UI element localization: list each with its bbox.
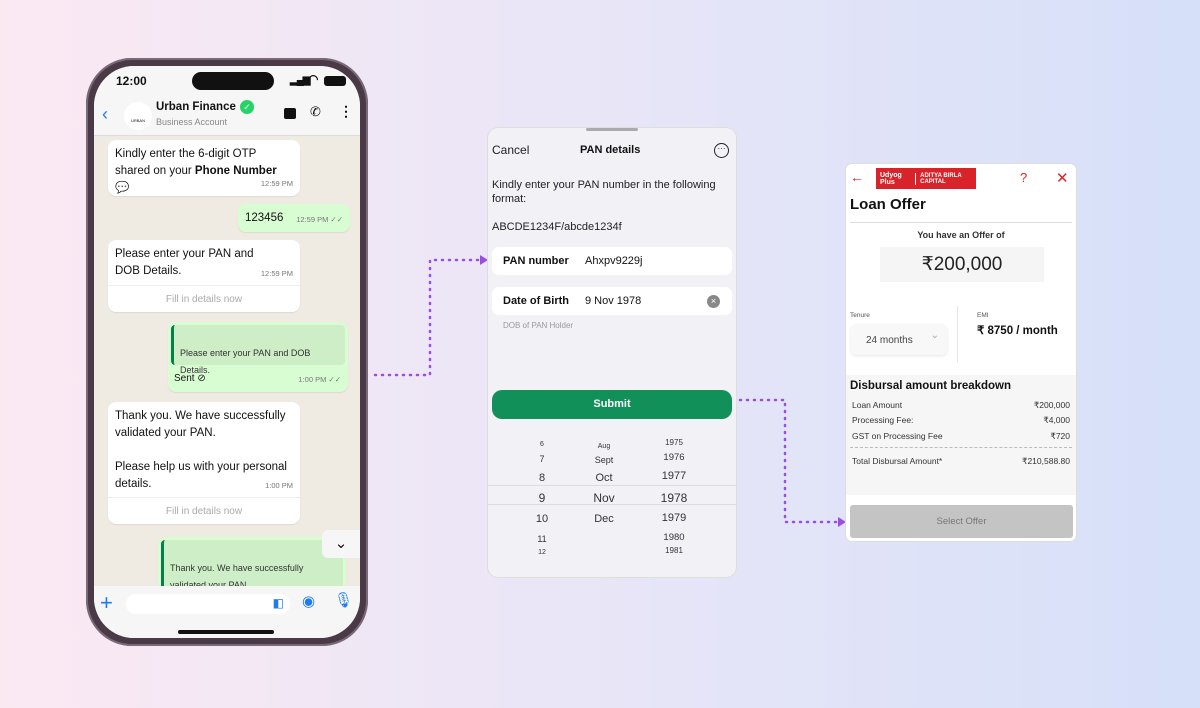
phone-frame: 12:00 ▂▄▆ ◠ ‹ URBAN Urban Finance ✓ Busi…	[86, 58, 368, 646]
status-time: 12:00	[116, 74, 147, 88]
dob-hint: DOB of PAN Holder	[503, 321, 574, 330]
picker-year: 1975	[665, 438, 683, 447]
dynamic-island	[192, 72, 274, 90]
wifi-icon: ◠	[308, 72, 319, 86]
picker-year: 1980	[663, 532, 685, 543]
picker-year: 1981	[665, 546, 683, 555]
message-out: Please enter your PAN and DOB Details. S…	[168, 322, 348, 392]
message-input[interactable]: ◧	[126, 594, 290, 614]
picker-year: 1977	[661, 470, 687, 482]
quoted-message[interactable]: Please enter your PAN and DOB Details.	[171, 325, 345, 375]
message-input-bar: + ◧ ◉ 🎙	[94, 586, 360, 638]
emi-label: EMI	[977, 312, 989, 319]
chat-header: ‹ URBAN Urban Finance ✓ Business Account…	[94, 96, 360, 136]
chevron-down-icon: ⌄	[930, 330, 939, 341]
sheet-handle[interactable]	[586, 128, 638, 131]
sticker-icon[interactable]: ◧	[273, 596, 284, 610]
picker-day: 12	[538, 549, 546, 556]
tenure-dropdown[interactable]: 24 months ⌄	[851, 324, 947, 355]
breakdown-row: GST on Processing Fee ₹720	[852, 431, 1070, 441]
message-out: 123456 12:59 PM ✓✓	[238, 204, 350, 232]
breakdown-row: Processing Fee: ₹4,000	[852, 415, 1070, 425]
picker-year: 1976	[663, 452, 685, 463]
picker-day: 11	[537, 534, 547, 544]
dob-input[interactable]: 9 Nov 1978	[585, 295, 641, 307]
loan-offer-screen: ← Udyog Plus ADITYA BIRLA CAPITAL ? ✕ Loa…	[846, 164, 1076, 541]
status-bar: 12:00 ▂▄▆ ◠	[94, 66, 360, 96]
picker-day: 9	[538, 491, 546, 505]
date-picker[interactable]: 6 7 8 9 10 11 12 Aug Sept Oct Nov Dec 19…	[488, 428, 736, 577]
offer-label: You have an Offer of	[917, 230, 1005, 240]
message-in: Please enter your PAN and DOB Details. 1…	[108, 240, 300, 312]
select-offer-button[interactable]: Select Offer	[850, 505, 1073, 538]
picker-month: Dec	[594, 513, 614, 525]
message-in: Thank you. We have successfully validate…	[108, 402, 300, 524]
signal-icon: ▂▄▆	[290, 75, 310, 86]
picker-month: Aug	[597, 443, 611, 450]
picker-year: 1979	[661, 512, 687, 524]
read-ticks-icon: ✓✓	[328, 375, 341, 384]
camera-icon[interactable]: ◉	[302, 592, 315, 610]
pan-details-sheet: Cancel PAN details ··· Kindly enter your…	[488, 128, 736, 577]
pan-number-field[interactable]: PAN number Ahxpv9229j	[492, 247, 732, 275]
offer-amount: ₹200,000	[880, 247, 1044, 282]
plus-icon[interactable]: +	[100, 590, 113, 616]
help-icon[interactable]: ?	[1020, 170, 1027, 185]
more-options-icon[interactable]: ···	[714, 143, 729, 158]
brand-logo: Udyog Plus ADITYA BIRLA CAPITAL	[876, 168, 976, 189]
format-text: ABCDE1234F/abcde1234f	[492, 221, 622, 233]
speech-bubble-icon: 💬	[115, 182, 130, 194]
chat-name[interactable]: Urban Finance	[156, 101, 236, 113]
battery-icon	[324, 76, 346, 86]
picker-day: 6	[540, 441, 544, 448]
emi-value: ₹ 8750 / month	[977, 325, 1058, 337]
shop-icon[interactable]	[284, 108, 296, 119]
tenure-label: Tenure	[850, 312, 870, 319]
page-title: Loan Offer	[850, 196, 926, 213]
picker-month: Sept	[594, 455, 614, 465]
message-in: Kindly enter the 6-digit OTP shared on y…	[108, 140, 300, 196]
breakdown-section: Disbursal amount breakdown Loan Amount ₹2…	[846, 375, 1076, 495]
chat-subtitle: Business Account	[156, 117, 228, 127]
picker-day: 10	[535, 513, 549, 525]
read-ticks-icon: ✓✓	[330, 215, 343, 224]
call-add-icon[interactable]: ✆	[310, 104, 321, 120]
instruction-text: Kindly enter your PAN number in the foll…	[492, 179, 716, 205]
more-icon[interactable]: ⋮	[339, 103, 353, 120]
back-icon[interactable]: ‹	[102, 104, 108, 125]
sent-check-icon: ⊘	[197, 373, 206, 384]
scroll-down-button[interactable]: ⌄	[322, 530, 360, 558]
cancel-button[interactable]: Cancel	[492, 143, 529, 157]
avatar[interactable]: URBAN	[124, 102, 152, 130]
breakdown-row: Loan Amount ₹200,000	[852, 400, 1070, 410]
whatsapp-screen: 12:00 ▂▄▆ ◠ ‹ URBAN Urban Finance ✓ Busi…	[94, 66, 360, 638]
total-row: Total Disbursal Amount* ₹210,588.80	[852, 456, 1070, 466]
dob-field[interactable]: Date of Birth 9 Nov 1978 ×	[492, 287, 732, 315]
picker-day: 7	[539, 454, 545, 464]
sheet-title: PAN details	[580, 144, 641, 156]
fill-details-button[interactable]: Fill in details now	[108, 497, 300, 524]
picker-year: 1978	[660, 491, 688, 505]
home-indicator	[178, 630, 274, 634]
picker-day: 8	[538, 472, 546, 484]
close-icon[interactable]: ✕	[1056, 169, 1069, 187]
picker-month: Oct	[595, 472, 613, 484]
clear-icon[interactable]: ×	[707, 295, 720, 308]
back-arrow-icon[interactable]: ←	[850, 169, 864, 185]
breakdown-title: Disbursal amount breakdown	[850, 380, 1012, 392]
picker-month: Nov	[593, 491, 615, 505]
submit-button[interactable]: Submit	[492, 390, 732, 419]
pan-number-input[interactable]: Ahxpv9229j	[585, 255, 643, 267]
fill-details-button[interactable]: Fill in details now	[108, 285, 300, 312]
microphone-icon[interactable]: 🎙	[334, 591, 353, 609]
verified-icon: ✓	[240, 100, 254, 114]
